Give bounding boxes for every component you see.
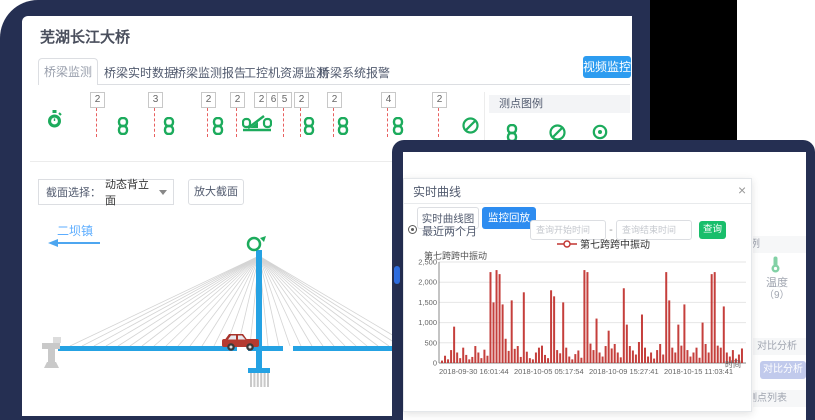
chain-icon[interactable] — [163, 117, 179, 135]
sensor-dash-line — [283, 108, 284, 137]
tab-ipc-resource[interactable]: 工控机资源监测 — [244, 64, 328, 81]
svg-text:1,000: 1,000 — [418, 318, 437, 327]
chevron-down-icon — [159, 190, 167, 195]
sensor-count-badge[interactable]: 2 — [90, 92, 105, 108]
screenshot-canvas: 芜湖长江大桥 桥梁监测 桥梁实时数据 桥梁监测报告 工控机资源监测 桥梁系统报警… — [0, 0, 815, 420]
tabbar-divider — [38, 84, 630, 85]
legend-panel-header: 测点图例 — [489, 95, 630, 113]
bridge-elevation-diagram — [22, 236, 392, 406]
sensor-dash-line — [96, 108, 97, 137]
tower-camera-icon[interactable] — [248, 236, 266, 250]
deck-joint — [283, 346, 293, 351]
chain-icon[interactable] — [212, 117, 228, 135]
tower-piles — [250, 373, 269, 387]
chain-icon[interactable] — [392, 117, 408, 135]
tab-monitoring-report[interactable]: 桥梁监测报告 — [174, 64, 246, 81]
svg-text:2,500: 2,500 — [418, 258, 437, 267]
sensor-dash-line — [387, 108, 388, 137]
section-select[interactable]: 截面选择： 动态背立面 — [38, 179, 174, 205]
sensor-dash-line — [236, 108, 237, 137]
dialog-title: 实时曲线 — [413, 183, 461, 200]
sensor-dash-line — [438, 108, 439, 137]
sensor-count-badge[interactable]: 3 — [148, 92, 163, 108]
sensor-count-badge[interactable]: 5 — [277, 92, 292, 108]
svg-text:时间: 时间 — [725, 359, 741, 369]
svg-text:0: 0 — [433, 359, 437, 368]
dialog-header-divider — [404, 203, 751, 204]
video-monitor-button[interactable]: 视频监控 — [583, 56, 631, 78]
chain-icon[interactable] — [303, 117, 319, 135]
search-button[interactable]: 查询 — [699, 221, 726, 239]
overlay-window-scrollbar[interactable] — [394, 266, 400, 284]
noentry-icon[interactable] — [462, 117, 478, 135]
svg-text:2018-09-30 16:01:44: 2018-09-30 16:01:44 — [439, 367, 509, 376]
svg-text:2018-10-05 05:17:54: 2018-10-05 05:17:54 — [514, 367, 584, 376]
legend-marker-icon — [557, 240, 577, 248]
tab-bridge-monitoring[interactable]: 桥梁监测 — [38, 58, 98, 85]
section-select-label: 截面选择： — [39, 184, 105, 200]
svg-text:1,500: 1,500 — [418, 298, 437, 307]
chart-legend[interactable]: 第七跨跨中振动 — [557, 236, 650, 251]
svg-text:2018-10-09 15:27:41: 2018-10-09 15:27:41 — [589, 367, 659, 376]
content-divider — [30, 161, 454, 162]
left-abutment-pier — [42, 337, 61, 368]
bearing-icon[interactable] — [242, 114, 258, 132]
last-two-months-radio[interactable] — [408, 225, 417, 234]
tab-realtime-data[interactable]: 桥梁实时数据 — [104, 64, 176, 81]
sensor-count-badge[interactable]: 4 — [381, 92, 396, 108]
chart-legend-label: 第七跨跨中振动 — [580, 236, 650, 251]
sensor-dash-line — [207, 108, 208, 137]
black-region — [650, 0, 737, 141]
close-icon[interactable]: × — [738, 182, 746, 198]
bridge-cables — [70, 256, 392, 346]
view-tab-playback[interactable]: 监控回放 — [482, 207, 536, 229]
sensor-count-badge[interactable]: 2 — [432, 92, 447, 108]
sidebar-divider — [484, 92, 485, 140]
modal-mask — [753, 152, 806, 420]
sensor-count-badge[interactable]: 2 — [230, 92, 245, 108]
vibration-chart: 2,500 2,000 1,500 1,000 500 02018-09-30 16:01… — [413, 258, 748, 391]
sensor-dash-line — [333, 108, 334, 137]
page-title: 芜湖长江大桥 — [40, 26, 130, 47]
sensor-dash-line — [300, 108, 301, 137]
svg-text:500: 500 — [424, 338, 437, 347]
sensor-dash-line — [154, 108, 155, 137]
stopwatch-icon[interactable] — [46, 110, 62, 128]
sensor-count-badge[interactable]: 2 — [294, 92, 309, 108]
tower-foundation-cap — [248, 368, 270, 373]
last-two-months-label: 最近两个月 — [422, 223, 477, 239]
enlarge-section-button[interactable]: 放大截面 — [188, 179, 244, 205]
tab-system-alarm[interactable]: 桥梁系统报警 — [318, 64, 390, 81]
svg-text:2,000: 2,000 — [418, 278, 437, 287]
sensor-count-badge[interactable]: 2 — [201, 92, 216, 108]
chain-icon[interactable] — [117, 117, 133, 135]
section-select-value: 动态背立面 — [105, 176, 159, 208]
svg-text:2018-10-15 11:03:41: 2018-10-15 11:03:41 — [664, 367, 733, 376]
sensor-count-badge[interactable]: 2 — [327, 92, 342, 108]
chain-icon[interactable] — [337, 117, 353, 135]
